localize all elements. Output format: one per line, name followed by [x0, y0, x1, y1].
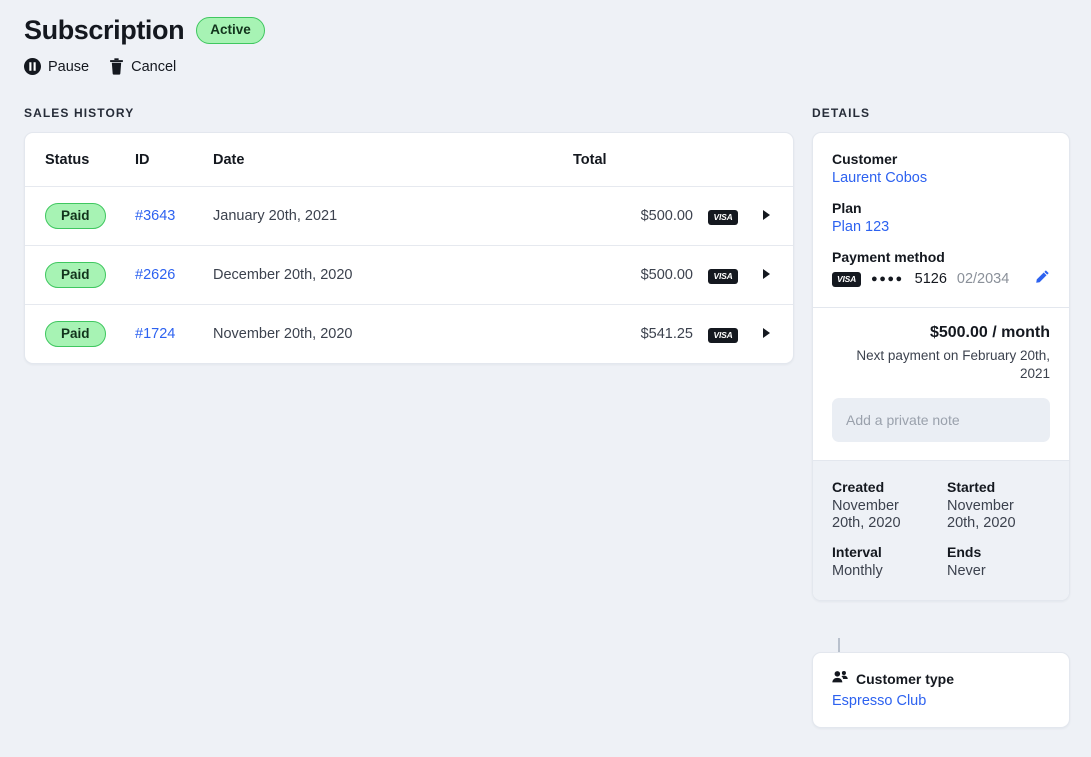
customer-type-card: Customer type Espresso Club: [812, 652, 1070, 728]
chevron-right-icon[interactable]: [762, 328, 770, 338]
price-value: $500.00 / month: [929, 324, 1050, 341]
customer-type-label: Customer type: [856, 671, 955, 687]
cancel-button[interactable]: Cancel: [109, 58, 176, 75]
column-header-total: Total: [573, 133, 693, 187]
cell-id: #3643: [135, 186, 213, 246]
private-note-placeholder: Add a private note: [846, 412, 960, 428]
page-header: Subscription Active Pause Cancel: [24, 14, 265, 75]
started-value: November 20th, 2020: [947, 498, 1016, 531]
sales-history-label: Sales history: [24, 106, 135, 120]
details-section: Details Customer Laurent Cobos Plan Plan…: [812, 106, 1070, 601]
trash-icon: [109, 58, 124, 75]
cell-total: $500.00: [573, 245, 693, 305]
card-connector-line: [838, 638, 840, 652]
column-header-status: Status: [25, 133, 135, 187]
users-icon: [832, 670, 848, 688]
plan-link[interactable]: Plan 123: [832, 219, 889, 235]
payment-method-label: Payment method: [832, 249, 945, 265]
status-badge-paid: Paid: [45, 321, 106, 347]
created-value: November 20th, 2020: [832, 498, 901, 531]
details-top-section: Customer Laurent Cobos Plan Plan 123 Pay…: [813, 133, 1069, 308]
interval-value: Monthly: [832, 563, 883, 579]
table-body: Paid #3643 January 20th, 2021 $500.00 VI…: [25, 186, 793, 364]
cell-card-brand: VISA: [693, 305, 753, 364]
pause-circle-icon: [24, 58, 41, 75]
created-label: Created: [832, 479, 885, 495]
cell-id: #1724: [135, 305, 213, 364]
pause-button-label: Pause: [48, 58, 90, 75]
cell-id: #2626: [135, 245, 213, 305]
status-badge: Active: [196, 16, 265, 44]
cell-card-brand: VISA: [693, 186, 753, 246]
status-badge-paid: Paid: [45, 203, 106, 229]
interval-label: Interval: [832, 544, 882, 560]
card-dots: ●●●●: [871, 273, 904, 285]
header-actions: Pause Cancel: [24, 58, 265, 75]
customer-link[interactable]: Laurent Cobos: [832, 170, 927, 186]
ends-label: Ends: [947, 544, 982, 560]
status-badge-paid: Paid: [45, 262, 106, 288]
table-row[interactable]: Paid #1724 November 20th, 2020 $541.25 V…: [25, 305, 793, 364]
order-id-link[interactable]: #1724: [135, 326, 175, 342]
customer-type-header: Customer type: [832, 670, 1050, 688]
started-label: Started: [947, 479, 996, 495]
card-last4: 5126: [914, 271, 947, 287]
customer-type-link[interactable]: Espresso Club: [832, 693, 926, 709]
edit-pencil-icon[interactable]: [1035, 269, 1050, 289]
cell-date: January 20th, 2021: [213, 186, 573, 246]
card-expiry: 02/2034: [956, 271, 1010, 287]
cell-status: Paid: [25, 186, 135, 246]
sales-history-section: Sales history Status ID Date Total Paid: [24, 106, 794, 364]
cell-total: $541.25: [640, 326, 693, 342]
chevron-right-icon[interactable]: [762, 269, 770, 279]
details-label: Details: [812, 106, 871, 120]
visa-icon: VISA: [708, 209, 738, 225]
column-header-brand: [693, 133, 753, 187]
metadata-section: Created Started November 20th, 2020 Nove…: [813, 461, 1069, 600]
cell-total: $500.00: [573, 186, 693, 246]
table-row[interactable]: Paid #2626 December 20th, 2020 $500.00 V…: [25, 245, 793, 305]
chevron-right-icon[interactable]: [762, 210, 770, 220]
pause-button[interactable]: Pause: [24, 58, 89, 75]
cell-expand[interactable]: [753, 305, 793, 364]
cell-expand[interactable]: [753, 186, 793, 246]
visa-icon: VISA: [708, 327, 738, 343]
column-header-date: Date: [213, 133, 573, 187]
details-card: Customer Laurent Cobos Plan Plan 123 Pay…: [812, 132, 1070, 601]
customer-label: Customer: [832, 151, 898, 167]
sales-history-card: Status ID Date Total Paid #3643 January …: [24, 132, 794, 364]
cell-date: November 20th, 2020: [213, 326, 353, 342]
cell-status: Paid: [25, 245, 135, 305]
customer-value: Laurent Cobos: [832, 170, 1050, 186]
cell-card-brand: VISA: [693, 245, 753, 305]
price-section: $500.00 / month Next payment on February…: [813, 308, 1069, 461]
page-title: Subscription: [24, 15, 185, 45]
visa-icon: VISA: [708, 268, 738, 284]
table-head: Status ID Date Total: [25, 133, 793, 187]
customer-type-value: Espresso Club: [832, 693, 1050, 709]
sales-history-table: Status ID Date Total Paid #3643 January …: [25, 133, 793, 363]
next-payment-text: Next payment on February 20th, 2021: [856, 348, 1050, 381]
ends-value: Never: [947, 563, 986, 579]
table-row[interactable]: Paid #3643 January 20th, 2021 $500.00 VI…: [25, 186, 793, 246]
order-id-link[interactable]: #2626: [135, 267, 175, 283]
table-header-row: Status ID Date Total: [25, 133, 793, 187]
visa-icon: VISA: [832, 271, 862, 287]
cancel-button-label: Cancel: [131, 58, 177, 75]
order-id-link[interactable]: #3643: [135, 208, 175, 224]
plan-label: Plan: [832, 200, 862, 216]
plan-value: Plan 123: [832, 219, 1050, 235]
cell-date: December 20th, 2020: [213, 245, 573, 305]
private-note-input[interactable]: Add a private note: [832, 398, 1050, 442]
column-header-id: ID: [135, 133, 213, 187]
title-row: Subscription Active: [24, 14, 265, 46]
cell-status: Paid: [25, 305, 135, 364]
column-header-actions: [753, 133, 793, 187]
cell-expand[interactable]: [753, 245, 793, 305]
payment-method-row: VISA ●●●● 5126 02/2034: [832, 269, 1050, 289]
